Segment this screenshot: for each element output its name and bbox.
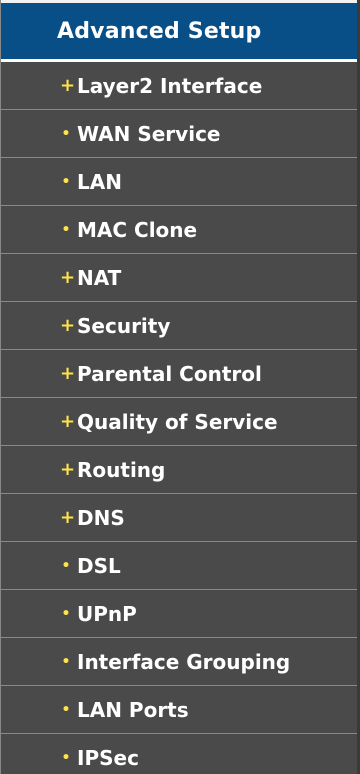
menu-item-dns[interactable]: + DNS <box>1 494 357 542</box>
expand-plus-icon: + <box>60 75 76 96</box>
menu-item-label: LAN Ports <box>77 697 189 722</box>
menu-item-label: IPSec <box>77 746 139 770</box>
bullet-icon: • <box>61 605 71 622</box>
expand-plus-icon: + <box>60 411 76 432</box>
menu-item-routing[interactable]: + Routing <box>1 446 357 494</box>
menu-item-label: NAT <box>77 265 122 290</box>
menu-item-label: Interface Grouping <box>77 649 291 674</box>
expand-plus-icon: + <box>60 363 76 384</box>
menu-item-upnp[interactable]: • UPnP <box>1 590 357 638</box>
bullet-icon: • <box>61 125 71 142</box>
bullet-icon: • <box>61 221 71 238</box>
menu-item-lan[interactable]: • LAN <box>1 158 357 206</box>
menu-item-interface-grouping[interactable]: • Interface Grouping <box>1 638 357 686</box>
expand-plus-icon: + <box>60 267 76 288</box>
menu-item-wan-service[interactable]: • WAN Service <box>1 110 357 158</box>
bullet-icon: • <box>61 701 71 718</box>
menu-item-label: LAN <box>77 169 122 194</box>
advanced-setup-menu: Advanced Setup + Layer2 Interface • WAN … <box>0 0 360 774</box>
menu-item-security[interactable]: + Security <box>1 302 357 350</box>
menu-items-list: + Layer2 Interface • WAN Service • LAN •… <box>1 62 357 774</box>
menu-item-label: WAN Service <box>77 121 221 146</box>
bullet-icon: • <box>61 173 71 190</box>
menu-header-advanced-setup[interactable]: Advanced Setup <box>1 0 357 62</box>
expand-plus-icon: + <box>60 315 76 336</box>
menu-item-mac-clone[interactable]: • MAC Clone <box>1 206 357 254</box>
menu-item-label: UPnP <box>77 601 137 626</box>
menu-item-label: Quality of Service <box>77 409 278 434</box>
menu-item-label: Routing <box>77 457 166 482</box>
menu-item-label: Parental Control <box>77 361 262 386</box>
menu-item-label: DNS <box>77 505 125 530</box>
expand-plus-icon: + <box>60 459 76 480</box>
bullet-icon: • <box>61 750 71 766</box>
menu-item-lan-ports[interactable]: • LAN Ports <box>1 686 357 734</box>
menu-item-quality-of-service[interactable]: + Quality of Service <box>1 398 357 446</box>
menu-item-layer2-interface[interactable]: + Layer2 Interface <box>1 62 357 110</box>
menu-item-label: Security <box>77 313 171 338</box>
menu-item-nat[interactable]: + NAT <box>1 254 357 302</box>
expand-plus-icon: + <box>60 507 76 528</box>
menu-item-dsl[interactable]: • DSL <box>1 542 357 590</box>
menu-item-ipsec[interactable]: • IPSec <box>1 734 357 774</box>
bullet-icon: • <box>61 653 71 670</box>
menu-item-label: MAC Clone <box>77 217 198 242</box>
menu-item-label: Layer2 Interface <box>77 73 263 98</box>
bullet-icon: • <box>61 557 71 574</box>
menu-item-label: DSL <box>77 553 121 578</box>
menu-item-parental-control[interactable]: + Parental Control <box>1 350 357 398</box>
